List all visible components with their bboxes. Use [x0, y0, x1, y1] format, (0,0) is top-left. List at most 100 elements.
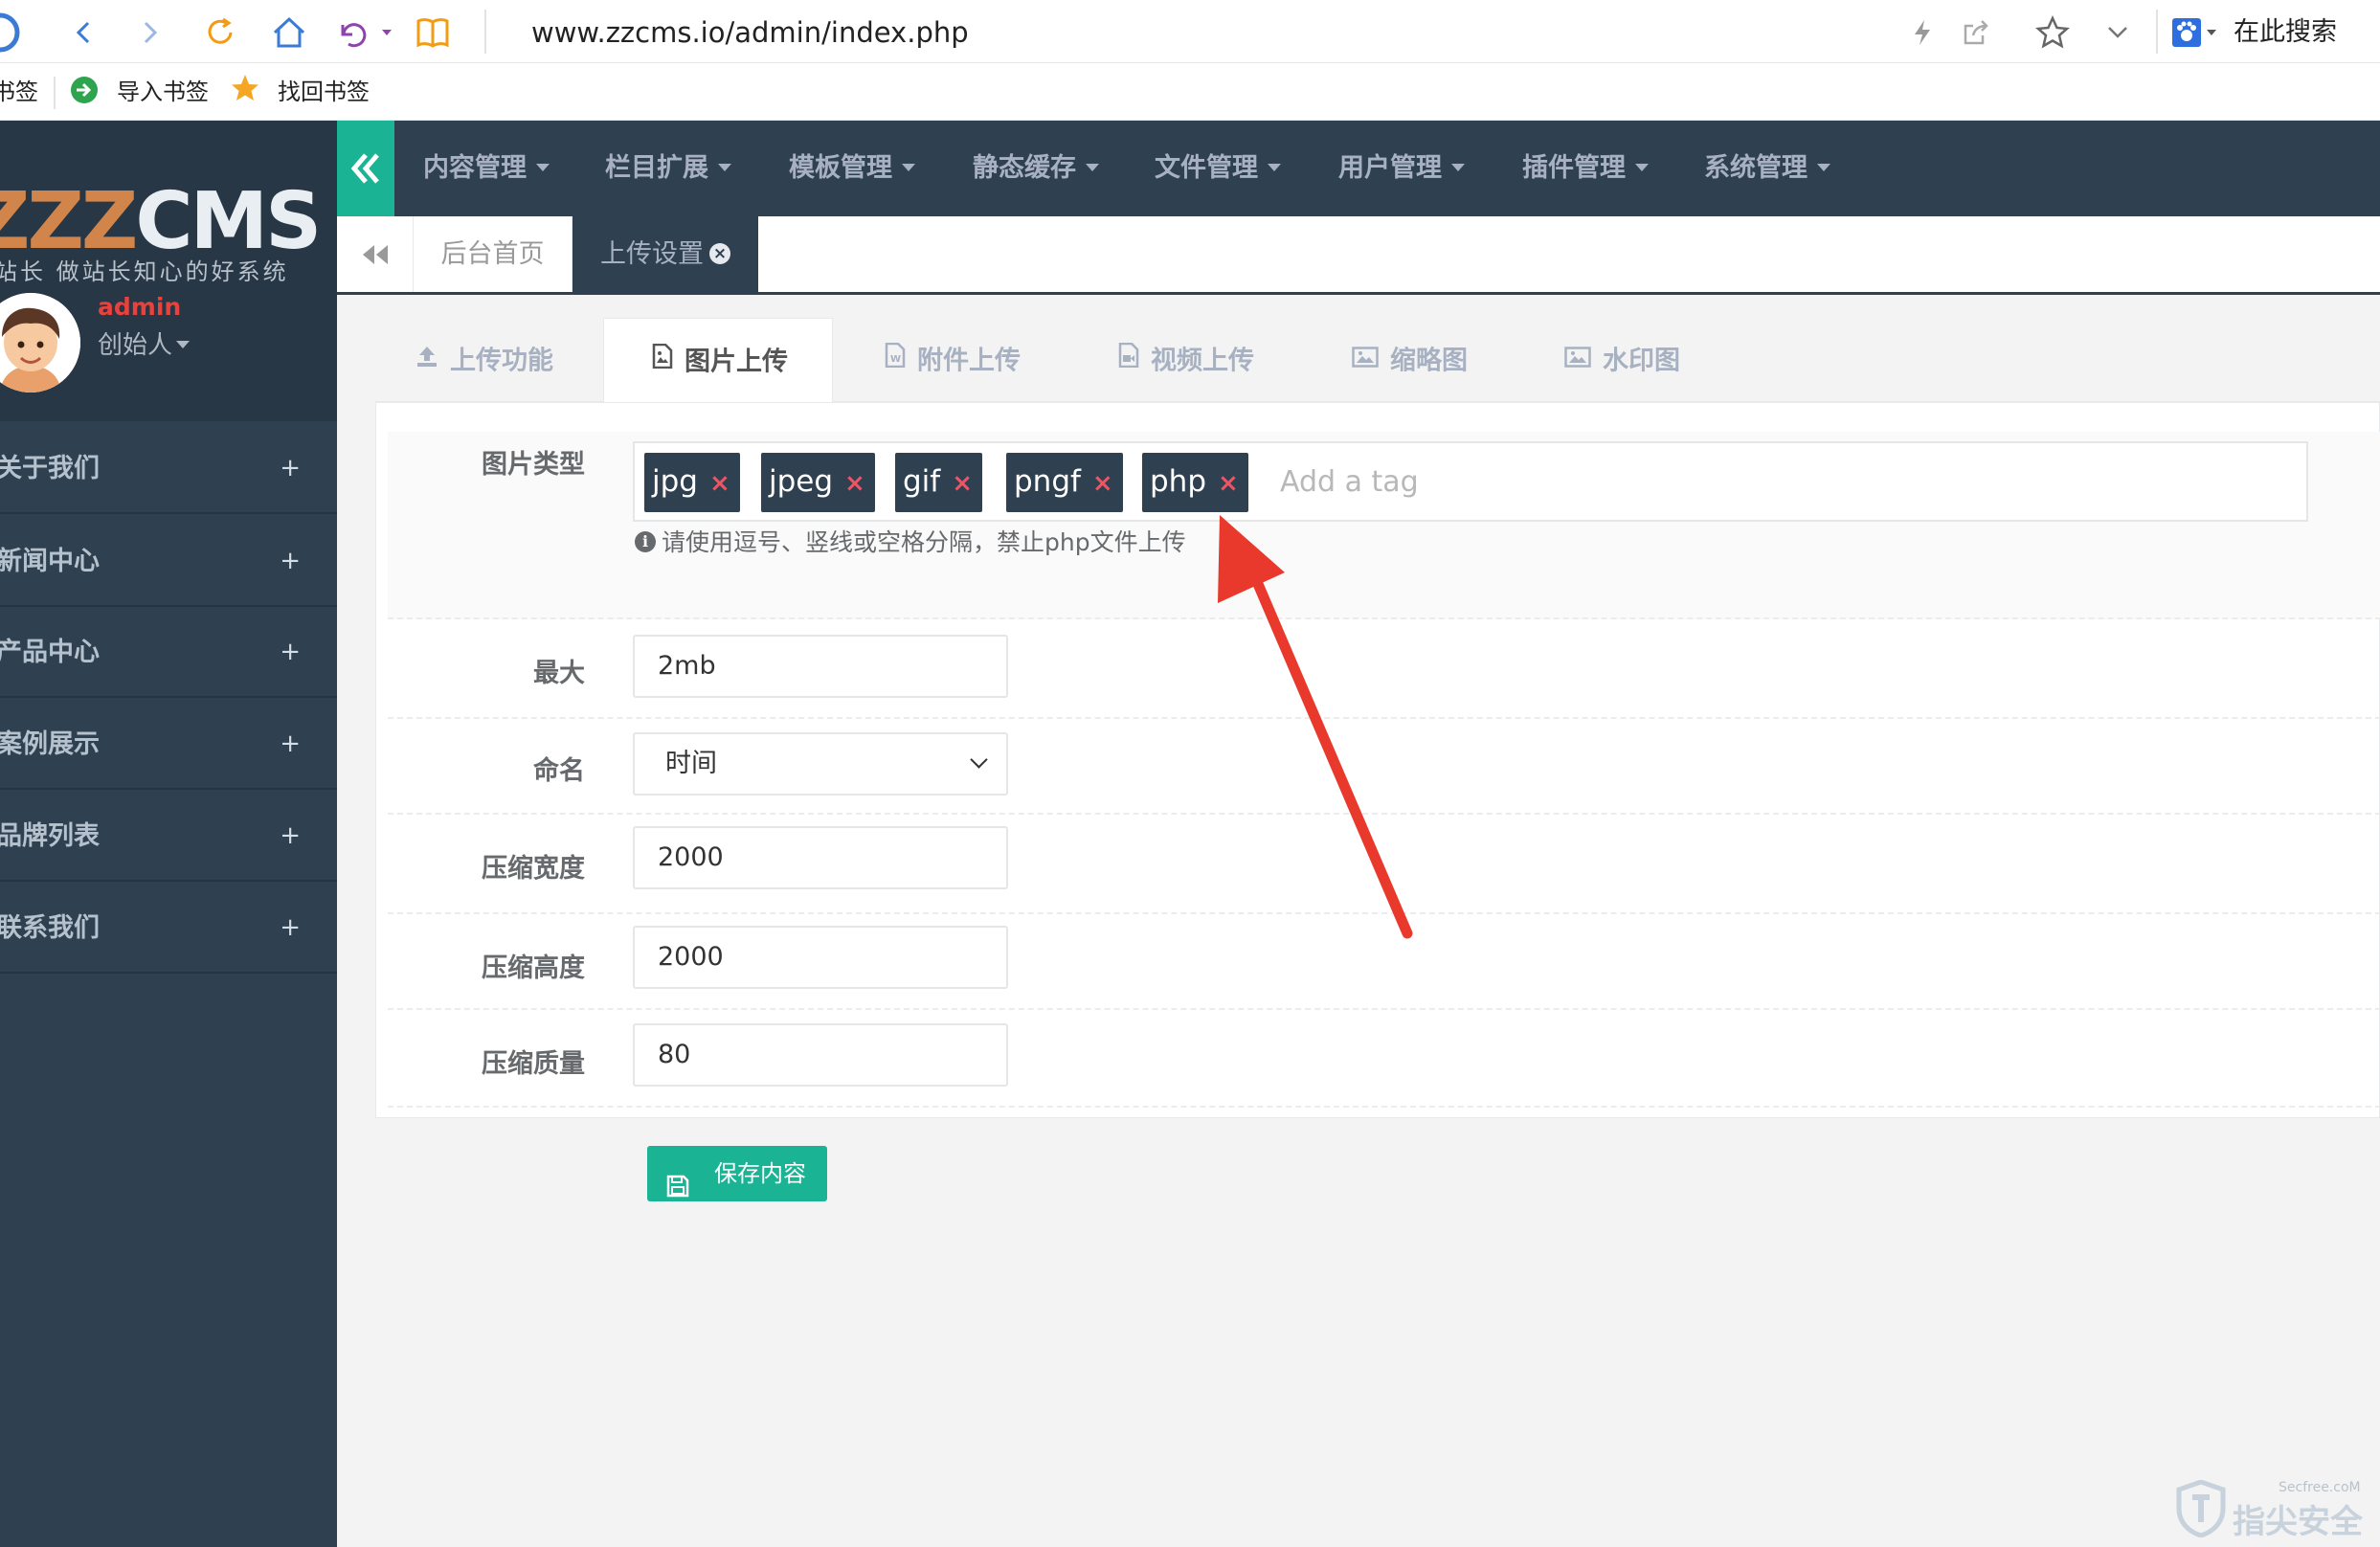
save-icon	[666, 1162, 689, 1218]
nav-item-cache[interactable]: 静态缓存	[973, 121, 1099, 216]
bookmark-item-bookmarks[interactable]: 书签	[0, 71, 38, 113]
avatar[interactable]	[0, 293, 80, 392]
compress-quality-input[interactable]: 80	[633, 1023, 1008, 1087]
shield-icon	[2176, 1480, 2226, 1537]
search-engine-dropdown-icon[interactable]	[2200, 11, 2223, 54]
plus-icon: +	[280, 913, 301, 942]
refresh-icon[interactable]	[199, 11, 241, 54]
word-file-icon: W	[885, 318, 906, 402]
max-size-input[interactable]: 2mb	[633, 635, 1008, 698]
form-row-compress-width: 压缩宽度 2000	[388, 815, 2380, 914]
nav-item-content[interactable]: 内容管理	[423, 121, 550, 216]
compress-height-input[interactable]: 2000	[633, 926, 1008, 989]
sidebar-item-about[interactable]: 关于我们 +	[0, 423, 337, 514]
tag-gif: gif ×	[895, 453, 983, 512]
sidebar-item-cases[interactable]: 案例展示 +	[0, 699, 337, 790]
import-bookmark-icon	[69, 75, 100, 117]
tab-thumbnail[interactable]: 缩略图	[1352, 318, 1505, 402]
lightning-icon[interactable]	[1901, 11, 1943, 54]
bookmark-item-retrieve[interactable]: 找回书签	[278, 71, 370, 113]
tab-video-upload[interactable]: 视频上传	[1118, 318, 1291, 402]
tag-pngf: pngf ×	[1006, 453, 1123, 512]
tab-watermark[interactable]: 水印图	[1564, 318, 1718, 402]
reader-icon[interactable]	[412, 11, 454, 54]
nav-item-plugins[interactable]: 插件管理	[1522, 121, 1649, 216]
caret-down-icon	[536, 163, 550, 171]
sidebar-item-products[interactable]: 产品中心 +	[0, 607, 337, 698]
chevron-down-icon[interactable]	[2097, 11, 2139, 54]
sidebar-item-label: 关于我们	[0, 454, 100, 483]
tab-scroll-left-button[interactable]	[337, 216, 414, 292]
remove-tag-icon[interactable]: ×	[844, 469, 865, 498]
top-nav: 内容管理 栏目扩展 模板管理 静态缓存 文件管理 用户管理 插件管理 系统管理	[337, 121, 2380, 216]
remove-tag-icon[interactable]: ×	[709, 469, 730, 498]
close-icon[interactable]: ×	[709, 242, 730, 264]
sidebar-item-news[interactable]: 新闻中心 +	[0, 516, 337, 607]
caret-down-icon	[1817, 163, 1830, 171]
bookmark-item-import[interactable]: 导入书签	[117, 71, 209, 113]
nav-item-files[interactable]: 文件管理	[1155, 121, 1281, 216]
tab-upload-function[interactable]: 上传功能	[375, 318, 553, 402]
bookmark-bar: 书签 导入书签 找回书签	[0, 63, 2380, 121]
star-favorite-icon[interactable]	[2032, 11, 2074, 54]
browser-logo-icon	[0, 11, 21, 54]
caret-down-icon	[718, 163, 731, 171]
nav-item-system[interactable]: 系统管理	[1704, 121, 1830, 216]
watermark-domain: Secfree.coM	[2279, 1480, 2361, 1495]
tag-input[interactable]: jpg × jpeg × gif × pngf × php × Add a tag	[633, 441, 2308, 522]
sidebar-item-label: 案例展示	[0, 729, 100, 759]
caret-down-icon	[176, 340, 191, 348]
user-role-dropdown[interactable]: 创始人	[98, 325, 191, 361]
tab-upload-settings[interactable]: 上传设置 ×	[573, 216, 758, 292]
toolbar-divider	[484, 10, 486, 54]
back-icon[interactable]	[63, 11, 105, 54]
remove-tag-icon[interactable]: ×	[952, 469, 973, 498]
search-box[interactable]: 在此搜索	[2234, 11, 2337, 54]
bookmark-divider	[54, 77, 56, 109]
home-icon[interactable]	[268, 11, 310, 54]
sidebar: ZZZCMS 站长 做站长知心的好系统 admin 创始人 关于我们 + 新闻中心…	[0, 121, 337, 1547]
browser-toolbar: www.zzcms.io/admin/index.php 在此搜索	[0, 0, 2380, 63]
field-label: 压缩质量	[482, 1049, 585, 1079]
form-row-max: 最大 2mb	[388, 619, 2380, 719]
double-chevron-left-icon	[350, 153, 379, 184]
field-label: 压缩宽度	[482, 854, 585, 884]
upload-icon	[415, 318, 438, 402]
compress-width-input[interactable]: 2000	[633, 826, 1008, 889]
tab-image-upload[interactable]: 图片上传	[603, 318, 833, 403]
help-text: i 请使用逗号、竖线或空格分隔，禁止php文件上传	[635, 524, 1186, 558]
undo-dropdown-icon[interactable]	[368, 11, 406, 54]
share-icon[interactable]	[1955, 11, 1997, 54]
plus-icon: +	[280, 821, 301, 850]
plus-icon: +	[280, 638, 301, 666]
remove-tag-icon[interactable]: ×	[1092, 469, 1113, 498]
field-label: 图片类型	[482, 450, 585, 480]
field-label: 压缩高度	[482, 953, 585, 983]
save-button[interactable]: 保存内容	[647, 1146, 827, 1201]
sidebar-item-label: 新闻中心	[0, 547, 100, 576]
tab-dashboard[interactable]: 后台首页	[414, 216, 573, 292]
naming-select[interactable]: 时间	[633, 732, 1008, 796]
plus-icon: +	[280, 454, 301, 482]
sidebar-toggle-button[interactable]	[337, 121, 394, 216]
nav-item-template[interactable]: 模板管理	[789, 121, 915, 216]
tab-attachment-upload[interactable]: W 附件上传	[885, 318, 1057, 402]
sidebar-item-contact[interactable]: 联系我们 +	[0, 883, 337, 974]
settings-tabs: 上传功能 图片上传 W 附件上传 视频上传 缩略图 水印图	[375, 318, 2380, 403]
nav-item-users[interactable]: 用户管理	[1338, 121, 1465, 216]
picture-icon	[1352, 318, 1379, 402]
caret-down-icon	[1635, 163, 1649, 171]
forward-icon[interactable]	[128, 11, 170, 54]
chevron-down-icon	[970, 751, 988, 769]
remove-tag-icon[interactable]: ×	[1218, 469, 1239, 498]
form-row-compress-height: 压缩高度 2000	[388, 914, 2380, 1010]
tag-placeholder[interactable]: Add a tag	[1280, 453, 1419, 512]
user-name: admin	[98, 293, 182, 321]
form-row-naming: 命名 时间	[388, 719, 2380, 815]
nav-item-column[interactable]: 栏目扩展	[605, 121, 731, 216]
toolbar-divider	[2156, 10, 2158, 54]
plus-icon: +	[280, 547, 301, 575]
plus-icon: +	[280, 729, 301, 758]
sidebar-item-brands[interactable]: 品牌列表 +	[0, 791, 337, 882]
address-bar[interactable]: www.zzcms.io/admin/index.php	[531, 11, 969, 54]
